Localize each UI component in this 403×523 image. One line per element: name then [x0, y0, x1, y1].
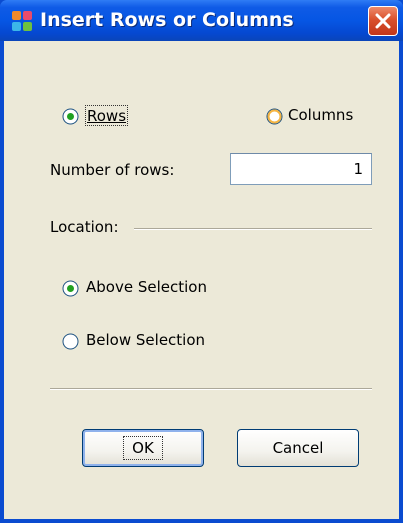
rows-radio[interactable]	[62, 108, 79, 125]
ok-label: OK	[123, 436, 163, 460]
location-label: Location:	[50, 218, 119, 236]
cancel-label: Cancel	[272, 439, 324, 457]
app-tiles-icon	[12, 11, 32, 31]
number-of-rows-label: Number of rows:	[50, 161, 175, 179]
columns-label[interactable]: Columns	[288, 106, 353, 124]
window-title: Insert Rows or Columns	[40, 9, 294, 31]
rows-label[interactable]: Rows	[87, 107, 126, 125]
ok-button[interactable]: OK	[82, 429, 204, 467]
location-divider	[134, 228, 372, 230]
close-icon	[375, 13, 391, 29]
above-selection-radio[interactable]	[62, 280, 79, 297]
number-of-rows-field[interactable]	[230, 153, 372, 185]
dialog-window: Insert Rows or Columns Rows Columns Numb…	[0, 0, 403, 523]
dialog-body: Rows Columns Number of rows: Location: A…	[4, 41, 399, 519]
buttons-divider	[50, 388, 372, 390]
above-selection-label[interactable]: Above Selection	[86, 278, 207, 296]
title-bar[interactable]: Insert Rows or Columns	[0, 0, 403, 41]
columns-radio[interactable]	[266, 108, 283, 125]
below-selection-label[interactable]: Below Selection	[86, 331, 205, 349]
close-button[interactable]	[368, 6, 398, 36]
below-selection-radio[interactable]	[62, 333, 79, 350]
cancel-button[interactable]: Cancel	[237, 429, 359, 467]
number-of-rows-input[interactable]	[231, 154, 371, 184]
rows-focus: Rows	[85, 105, 129, 126]
